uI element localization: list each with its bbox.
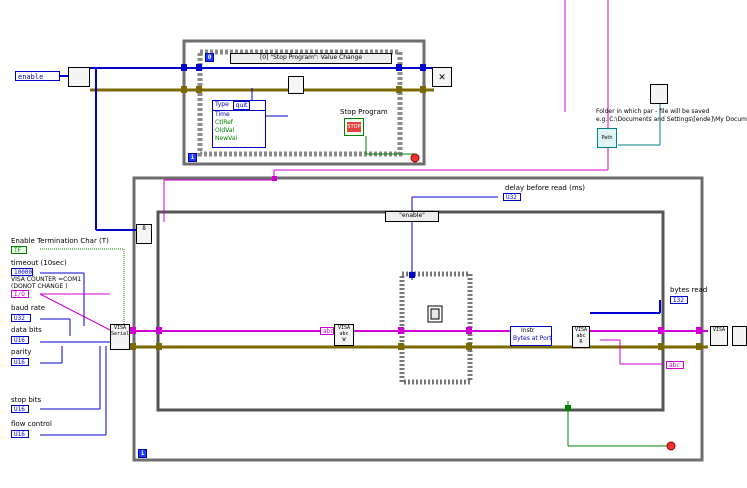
visa-write-node[interactable]: VISA abc W [334,324,354,346]
block-diagram-canvas [39,0,708,462]
flat-sequence-frame[interactable] [399,271,473,385]
file-dialog-icon[interactable] [650,84,668,104]
visa-configure-serial-node[interactable]: VISA Serial [110,324,130,350]
event-selector-index: 0 [205,53,214,62]
event-field-oldval: OldVal [215,127,235,134]
visa-read-node[interactable]: VISA abc R [572,326,590,348]
string-constant[interactable]: abc [320,327,334,335]
event-field-time: Time [215,111,230,118]
property-bytes-label: Bytes at Port [513,335,552,342]
main-loop-index: i [138,449,147,458]
baud-rate-label: baud rate [11,304,46,312]
parity-label: parity [11,348,32,356]
event-stop-terminal [410,153,420,163]
timeout-label: timeout (10sec) [11,259,67,267]
stop-program-button[interactable]: STOP [344,118,364,136]
wait-ms-node[interactable]: 8 [136,224,152,244]
visa-counter-label: VISA COUNTER =COM1 (DONOT CHANGE ) [11,276,82,290]
delay-control[interactable]: U32 [503,193,521,201]
path-label: Path [601,135,613,141]
bytes-read-indicator: I32 [670,296,688,304]
loop-stop-terminal [666,441,676,451]
enable-enum-constant[interactable]: enable [15,71,60,81]
data-bits-label: data bits [11,326,42,334]
error-handler-node[interactable] [732,326,747,346]
delay-label: delay before read (ms) [505,184,586,192]
inner-case-selector[interactable]: "enable" [385,211,439,222]
parity-control[interactable]: U16 [11,358,29,366]
inner-case-structure[interactable] [156,210,665,412]
path-constant[interactable]: Path [597,128,617,148]
visa-property-node[interactable]: Instr Bytes at Port [510,326,552,346]
visa-close-node[interactable]: VISA [710,326,728,346]
stop-program-label: Stop Program [340,108,388,116]
unbundle-node-icon[interactable]: ✕ [432,67,452,87]
stop-icon: STOP [347,122,361,132]
timeout-control[interactable]: 10000 [11,268,33,276]
folder-note-text: Folder in which par - file will be saved… [596,108,747,123]
event-field-newval: NewVal [215,135,238,142]
read-buffer-indicator: abc [666,361,684,369]
visa-resource-control[interactable]: I/O [11,290,29,298]
property-instr-label: Instr [521,327,535,334]
stop-bits-control[interactable]: U16 [11,405,29,413]
flow-control-label: flow control [11,420,52,428]
bundle-node-icon[interactable] [288,76,304,94]
enable-term-label: Enable Termination Char (T) [11,237,109,245]
flow-control-control[interactable]: U16 [11,430,29,438]
merge-node-icon[interactable] [68,67,90,87]
baud-rate-control[interactable]: U32 [11,314,31,322]
event-type-label: Type [215,101,229,108]
bytes-read-label: bytes read [670,286,708,294]
enable-term-control[interactable]: TF [11,246,27,254]
event-case-selector[interactable]: [0] "Stop Program": Value Change [230,53,392,64]
data-bits-control[interactable]: U16 [11,336,29,344]
event-loop-index: i [188,153,197,162]
event-data-node[interactable]: Type quit Time CtlRef OldVal NewVal [212,100,266,148]
event-field-ctlref: CtlRef [215,119,233,126]
stop-bits-label: stop bits [11,396,42,404]
event-type-value: quit [232,101,251,110]
